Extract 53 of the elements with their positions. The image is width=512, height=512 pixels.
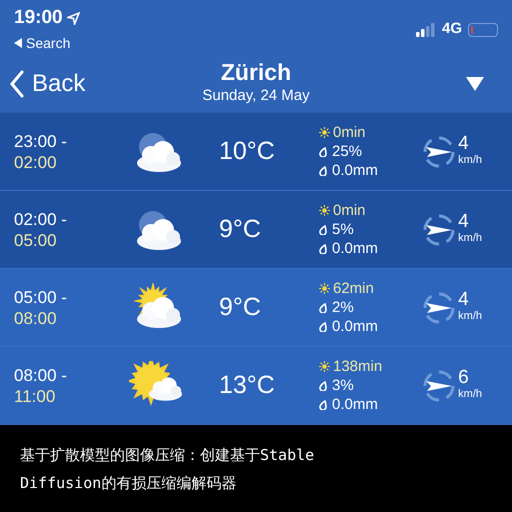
rain-amount: 0.0mm [332,317,378,336]
sun-icon [319,361,330,372]
time-from: 05:00 - [14,286,68,308]
rain-chance: 5% [332,220,354,239]
wind-direction-icon [422,290,456,324]
signal-icon [416,22,436,36]
time-to: 08:00 [14,308,58,328]
wind-unit: km/h [458,152,482,168]
temperature: 13°C [219,370,276,401]
wind-speed: 4 [458,214,470,230]
rain-chance: 25% [332,142,362,161]
wind-direction-icon [422,368,456,402]
back-button[interactable]: Back [10,66,120,102]
wind-unit: km/h [458,230,482,246]
sun-icon [319,127,330,138]
temperature: 10°C [219,136,276,167]
rain-chance: 2% [332,298,354,317]
battery-icon [468,22,498,36]
sun-icon [319,283,330,294]
wind-speed: 4 [458,292,470,308]
temperature: 9°C [219,292,262,323]
dropdown-triangle-icon[interactable] [466,76,484,90]
network-label: 4G [442,19,462,40]
chevron-left-icon [10,70,24,98]
location-arrow-icon [66,12,80,25]
time-to: 02:00 [14,152,58,172]
rain-amount: 0.0mm [332,239,378,258]
caption-text: 基于扩散模型的图像压缩：创建基于Stable Diffusion的有损压缩编解码器 [20,445,316,494]
wind-speed: 4 [458,136,470,152]
temperature: 9°C [219,214,262,245]
sunshine-duration: 0min [333,201,366,220]
time-to: 05:00 [14,230,58,250]
sunshine-duration: 62min [333,279,374,298]
wind-unit: km/h [458,308,482,324]
time-to: 11:00 [14,386,56,406]
time-from: 08:00 - [14,364,68,386]
back-to-app-link[interactable]: Search [14,32,80,54]
date-subtitle: Sunday, 24 May [202,86,310,106]
time-from: 23:00 - [14,130,68,152]
rain-amount: 0.0mm [332,161,378,180]
time-from: 02:00 - [14,208,68,230]
sun-icon [319,205,330,216]
city-title: Zürich [220,59,292,86]
wind-speed: 6 [458,370,470,386]
back-triangle-icon [14,38,22,48]
sunshine-duration: 138min [333,357,382,376]
sunshine-duration: 0min [333,123,366,142]
rain-amount: 0.0mm [332,395,378,414]
status-time: 19:00 [14,6,63,30]
rain-chance: 3% [332,376,354,395]
wind-unit: km/h [458,386,482,402]
wind-direction-icon [422,212,456,246]
wind-direction-icon [422,134,456,168]
